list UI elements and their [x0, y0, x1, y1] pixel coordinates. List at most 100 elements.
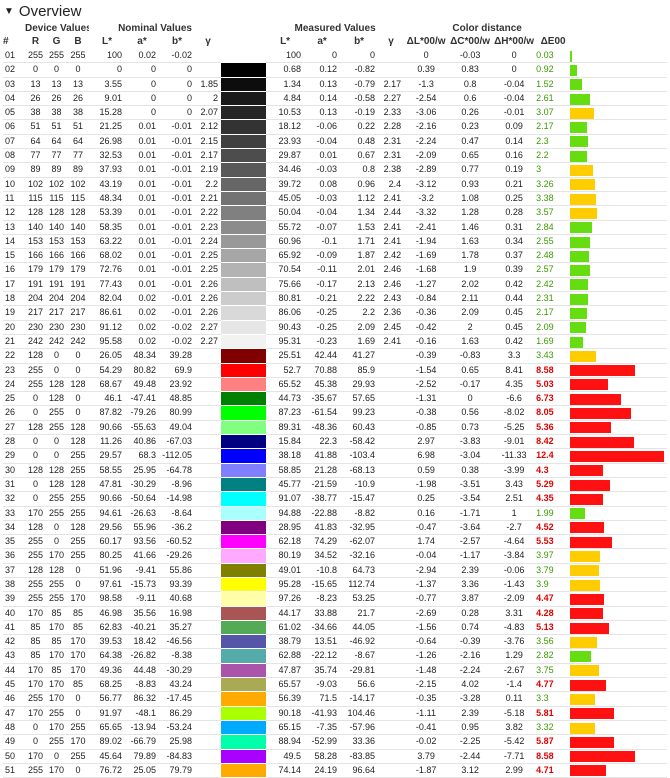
- nominal-b: -0.01: [159, 248, 196, 264]
- device-r: 170: [25, 677, 46, 693]
- table-row: 47 170 255 0 91.97 -48.1 86.29 90.18 -41.93 104.4…: [3, 706, 668, 721]
- row-index: 05: [3, 105, 25, 121]
- nominal-gamma: [195, 720, 222, 736]
- nominal-l: 9.01: [89, 91, 126, 107]
- device-r: 102: [25, 177, 46, 192]
- delta-l: -1.26: [404, 648, 449, 664]
- delta-e-bar-fill: [570, 379, 609, 391]
- nominal-l: 37.93: [89, 162, 126, 178]
- delta-e-bar-fill: [570, 722, 596, 734]
- device-g: 204: [46, 291, 67, 307]
- measured-gamma: [378, 62, 405, 78]
- row-index: 36: [3, 548, 25, 564]
- delta-l: 3.79: [404, 749, 449, 764]
- delta-e-bar: [570, 320, 668, 335]
- measured-a: -0.11: [304, 262, 341, 278]
- measured-gamma: 2.36: [378, 305, 405, 321]
- row-index: 43: [3, 648, 25, 664]
- device-r: 255: [25, 363, 46, 378]
- nominal-l: 26.05: [89, 348, 126, 364]
- nominal-a: -55.63: [125, 420, 160, 436]
- measured-l: 62.18: [266, 534, 305, 550]
- measured-a: 0.12: [304, 62, 341, 78]
- measured-a: 0.14: [304, 91, 341, 107]
- delta-e-bar-fill: [570, 193, 596, 205]
- nominal-l: 87.82: [89, 405, 126, 421]
- measured-b: 64.73: [340, 563, 379, 578]
- device-r: 85: [25, 634, 46, 650]
- nominal-b: 16.98: [159, 606, 196, 621]
- device-g: 255: [46, 577, 67, 593]
- measured-b: 0.96: [340, 177, 379, 192]
- device-b: 170: [67, 734, 90, 750]
- measured-l: 89.31: [266, 420, 305, 436]
- delta-h: 1: [492, 506, 537, 521]
- measured-a: -0.21: [304, 291, 341, 307]
- row-index: 16: [3, 262, 25, 278]
- device-r: 140: [25, 220, 46, 235]
- color-swatch: [221, 119, 267, 135]
- device-b: 89: [67, 162, 90, 178]
- table-row: 48 0 170 255 65.65 -13.94 -53.24 65.15 -7.35 -57.…: [3, 720, 668, 736]
- nominal-gamma: [195, 548, 222, 564]
- nominal-l: 46.98: [89, 606, 126, 621]
- delta-e-bar-fill: [570, 165, 593, 177]
- nominal-b: 40.68: [159, 591, 196, 607]
- delta-e: 5.87: [536, 734, 571, 750]
- measured-gamma: [378, 648, 405, 664]
- delta-h: 0.25: [492, 191, 537, 207]
- delta-e-bar: [570, 262, 668, 278]
- measured-b: 0.8: [340, 162, 379, 178]
- nominal-b: -0.01: [159, 234, 196, 250]
- collapse-triangle-icon[interactable]: ▼: [4, 6, 14, 17]
- table-row: 17 191 191 191 77.43 0.01 -0.01 2.26 75.66 -0.17 2…: [3, 277, 668, 293]
- delta-e: 2.2: [536, 148, 571, 164]
- measured-b: -83.85: [340, 749, 379, 764]
- nominal-a: 93.56: [125, 534, 160, 550]
- measured-gamma: 2.27: [378, 91, 405, 107]
- nominal-l: 77.43: [89, 277, 126, 293]
- nominal-gamma: [195, 663, 222, 679]
- device-g: 0: [46, 62, 67, 78]
- nominal-gamma: [195, 348, 222, 364]
- nominal-gamma: [195, 377, 222, 393]
- delta-e-bar-fill: [570, 336, 584, 348]
- measured-b: 0.22: [340, 119, 379, 135]
- delta-l: -2.16: [404, 119, 449, 135]
- delta-h: 0: [492, 49, 537, 64]
- nominal-gamma: 2.26: [195, 305, 222, 321]
- nominal-gamma: 2.27: [195, 334, 222, 350]
- delta-e: 3: [536, 162, 571, 178]
- measured-b: -29.81: [340, 663, 379, 679]
- measured-a: -0.03: [304, 162, 341, 178]
- color-table: Device Values Nominal Values Measured Va…: [3, 22, 668, 778]
- measured-values-heading: Measured Values: [294, 23, 376, 34]
- overview-header[interactable]: ▼ Overview: [0, 0, 670, 22]
- device-g: 0: [46, 534, 67, 550]
- delta-e: 5.36: [536, 420, 571, 436]
- measured-b: 2.22: [340, 291, 379, 307]
- device-r: 0: [25, 391, 46, 407]
- measured-gamma: [378, 363, 405, 378]
- nominal-b: 0: [159, 77, 196, 92]
- delta-e-bar-fill: [570, 93, 590, 105]
- delta-c: 0.28: [448, 606, 493, 621]
- nominal-b: 39.28: [159, 348, 196, 364]
- device-b: 128: [67, 520, 90, 536]
- color-swatch: [221, 563, 267, 578]
- row-index: 47: [3, 706, 25, 721]
- table-row: 16 179 179 179 72.76 0.01 -0.01 2.25 70.54 -0.11 2…: [3, 262, 668, 278]
- nominal-a: 0.01: [125, 205, 160, 221]
- nominal-l: 39.53: [89, 634, 126, 650]
- delta-c: 2.11: [448, 291, 493, 307]
- delta-h: -2.09: [492, 591, 537, 607]
- nominal-gamma: [195, 677, 222, 693]
- measured-a: 0.08: [304, 177, 341, 192]
- color-swatch: [221, 677, 267, 693]
- row-index: 30: [3, 463, 25, 478]
- delta-l: -0.36: [404, 305, 449, 321]
- color-swatch: [221, 191, 267, 207]
- row-index: 21: [3, 334, 25, 350]
- measured-gamma: 2.41: [378, 234, 405, 250]
- delta-l: -0.42: [404, 320, 449, 335]
